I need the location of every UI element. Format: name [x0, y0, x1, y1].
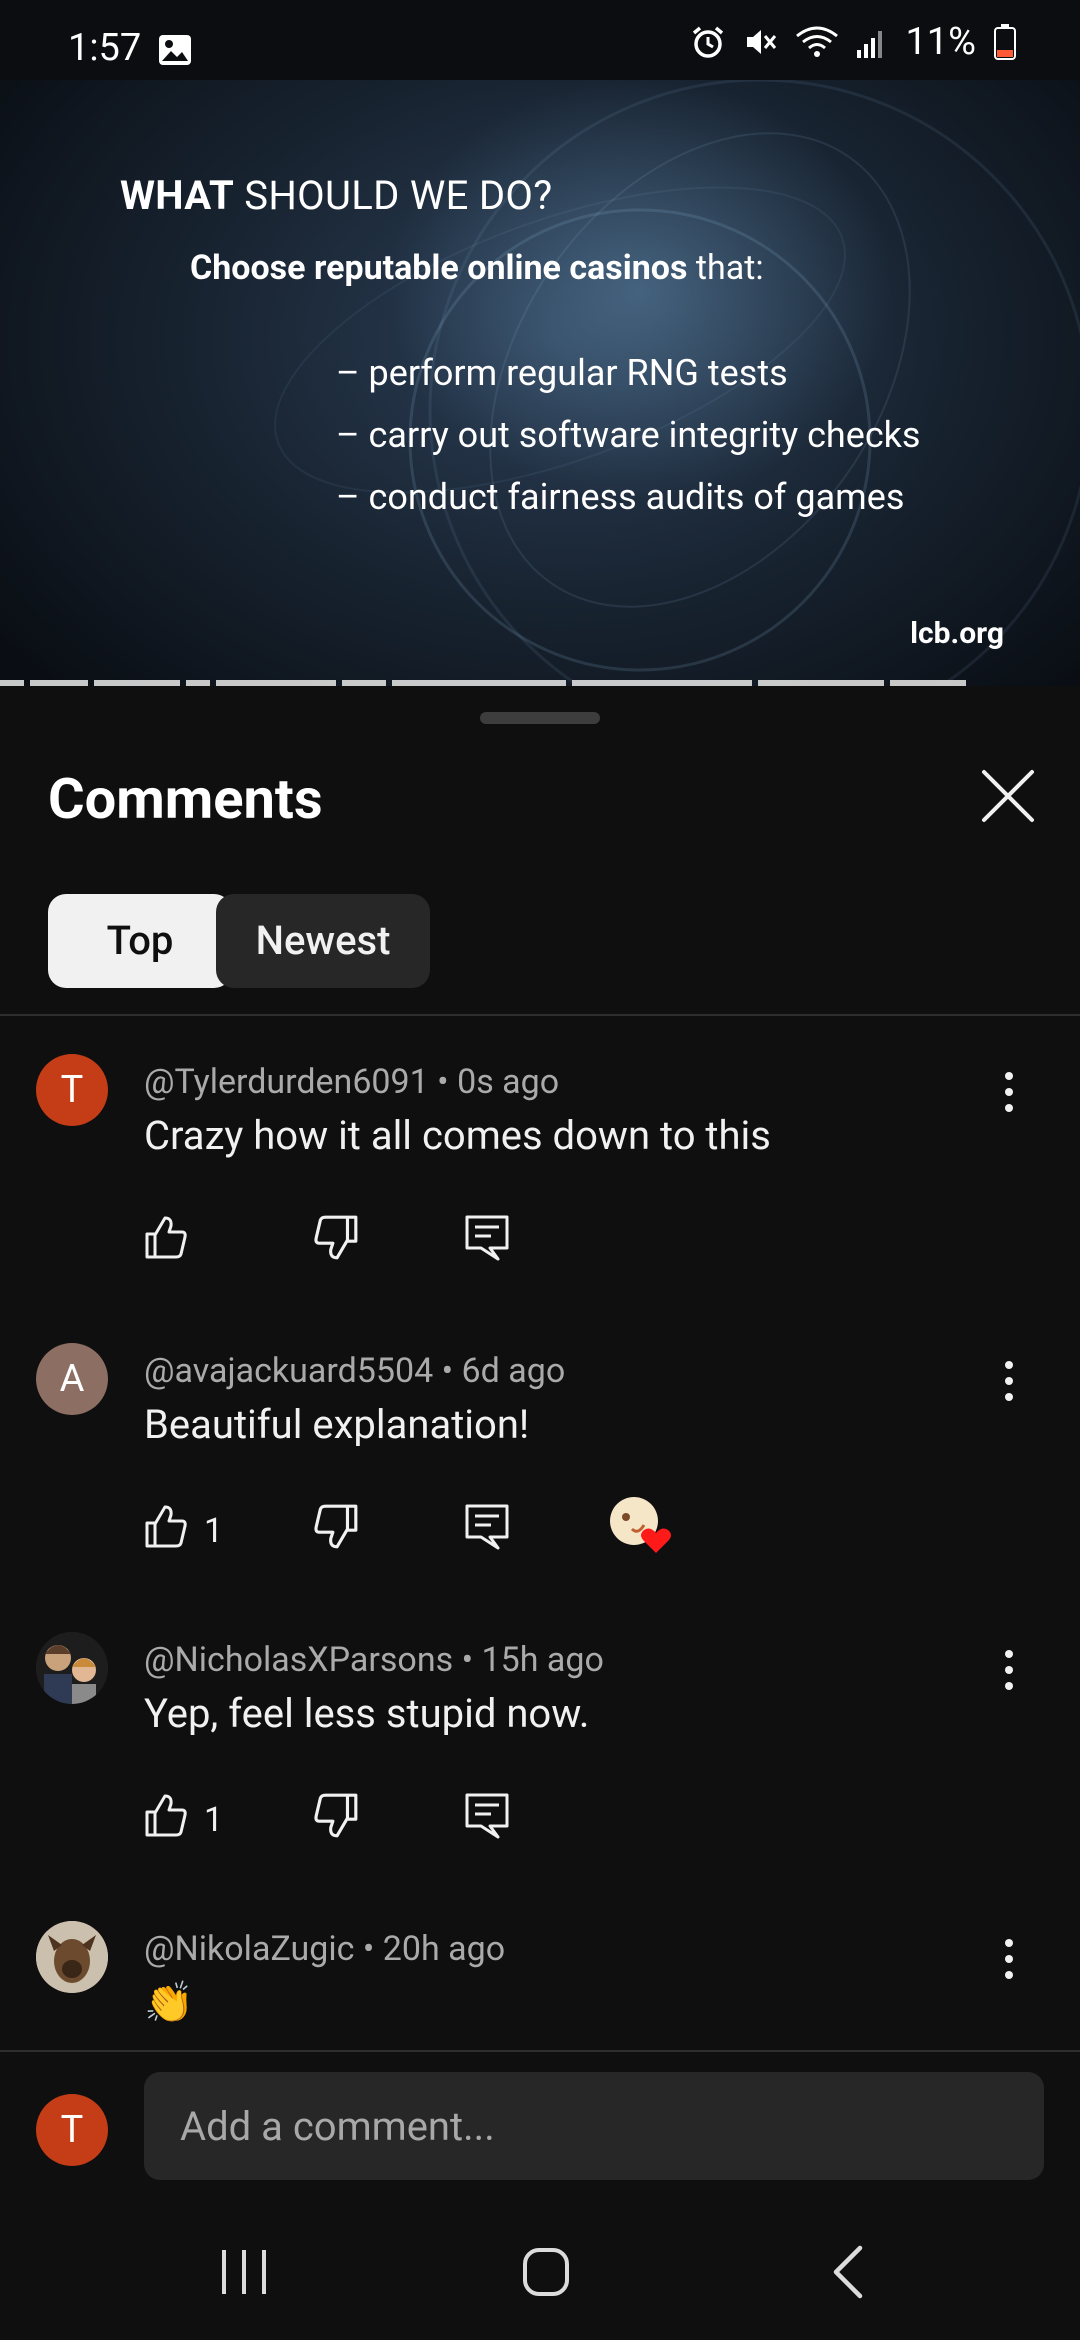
creator-heart-icon — [610, 1497, 671, 1553]
reply-icon[interactable] — [464, 1503, 510, 1551]
like-button[interactable] — [144, 1214, 264, 1270]
video-subheading-bold: Choose reputable online casinos — [190, 248, 688, 288]
avatar-photo-icon — [36, 1921, 108, 1993]
like-count: 1 — [204, 1511, 224, 1551]
status-icons: 11% — [691, 20, 1016, 64]
battery-icon — [994, 24, 1016, 60]
more-options-icon[interactable] — [994, 1648, 1024, 1692]
video-heading-rest: SHOULD WE DO? — [234, 172, 553, 219]
more-options-icon[interactable] — [994, 1070, 1024, 1114]
avatar[interactable]: T — [36, 1054, 108, 1126]
comment-author-time[interactable]: @Tylerdurden6091 • 0s ago — [144, 1062, 559, 1102]
like-count: 1 — [204, 1800, 224, 1840]
tab-top[interactable]: Top — [48, 894, 232, 988]
back-icon[interactable] — [810, 2240, 890, 2304]
comment-text: Yep, feel less stupid now. — [144, 1690, 590, 1737]
reply-icon[interactable] — [464, 1214, 510, 1262]
video-heading: WHAT SHOULD WE DO? — [120, 172, 552, 219]
avatar-photo-icon — [36, 1632, 108, 1704]
like-button[interactable]: 1 — [144, 1792, 264, 1848]
system-nav-bar — [0, 2202, 1080, 2340]
home-icon[interactable] — [506, 2240, 586, 2304]
comment-item: A @avajackuard5504 • 6d ago Beautiful ex… — [0, 1343, 1080, 1633]
alarm-icon — [693, 26, 724, 58]
thumbs-up-icon — [145, 1794, 187, 1837]
comment-author-time[interactable]: @avajackuard5504 • 6d ago — [144, 1351, 565, 1391]
divider — [0, 1014, 1080, 1016]
comment-text: 👏 — [144, 1979, 194, 2026]
video-watermark: lcb.org — [910, 616, 1004, 651]
status-time: 1:57 — [68, 26, 142, 70]
video-bullet: – carry out software integrity checks — [336, 414, 921, 456]
gallery-icon — [159, 35, 191, 65]
recents-icon[interactable] — [204, 2240, 284, 2304]
comments-sheet: Comments Top Newest T @Tylerdurden6091 •… — [0, 690, 1080, 2052]
drag-handle[interactable] — [480, 712, 600, 724]
thumbs-down-icon[interactable] — [312, 1503, 360, 1551]
comment-item: @NicholasXParsons • 15h ago Yep, feel le… — [0, 1632, 1080, 1922]
video-heading-bold: WHAT — [120, 172, 235, 219]
thumbs-up-icon — [145, 1216, 187, 1259]
avatar[interactable] — [36, 1921, 108, 1993]
thumbs-down-icon[interactable] — [312, 1214, 360, 1262]
like-button[interactable]: 1 — [144, 1503, 264, 1559]
avatar[interactable] — [36, 1632, 108, 1704]
thumbs-up-icon — [145, 1505, 187, 1548]
video-bullet: – perform regular RNG tests — [336, 352, 788, 394]
tab-newest[interactable]: Newest — [216, 894, 430, 988]
video-subheading-rest: that: — [687, 248, 764, 288]
more-options-icon[interactable] — [994, 1359, 1024, 1403]
comment-compose-bar: T — [0, 2050, 1080, 2204]
wifi-icon — [796, 26, 839, 57]
comment-author-time[interactable]: @NicholasXParsons • 15h ago — [144, 1640, 604, 1680]
comment-author-time[interactable]: @NikolaZugic • 20h ago — [144, 1929, 505, 1969]
reply-icon[interactable] — [464, 1792, 510, 1840]
comments-title: Comments — [48, 766, 323, 832]
status-bar: 1:57 11% — [0, 0, 1080, 80]
comment-text: Beautiful explanation! — [144, 1401, 530, 1448]
comment-item: T @Tylerdurden6091 • 0s ago Crazy how it… — [0, 1054, 1080, 1344]
video-bullet: – conduct fairness audits of games — [336, 476, 905, 518]
video-subheading: Choose reputable online casinos that: — [190, 248, 764, 288]
avatar[interactable]: A — [36, 1343, 108, 1415]
thumbs-down-icon[interactable] — [312, 1792, 360, 1840]
close-icon[interactable] — [978, 766, 1038, 826]
video-progress-bar[interactable] — [0, 680, 1080, 686]
signal-icon — [857, 31, 883, 58]
battery-percent: 11% — [905, 20, 976, 64]
comment-text: Crazy how it all comes down to this — [144, 1112, 771, 1159]
add-comment-input[interactable] — [144, 2072, 1044, 2180]
more-options-icon[interactable] — [994, 1937, 1024, 1981]
video-player[interactable]: WHAT SHOULD WE DO? Choose reputable onli… — [0, 80, 1080, 686]
mute-icon — [747, 30, 777, 54]
avatar: T — [36, 2094, 108, 2166]
